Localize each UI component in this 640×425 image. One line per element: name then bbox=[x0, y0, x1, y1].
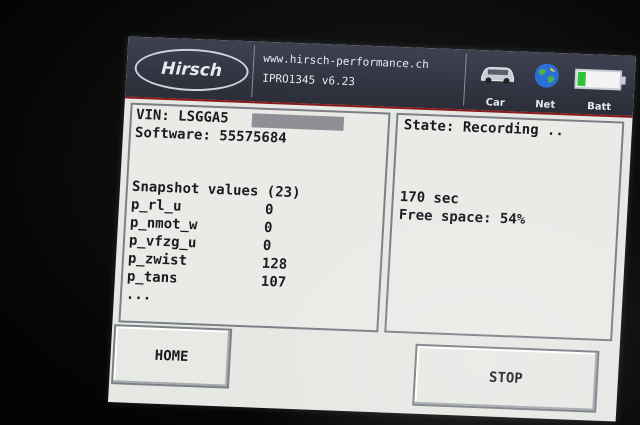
snapshot-name: p_nmot_w bbox=[129, 214, 198, 234]
car-label: Car bbox=[485, 97, 506, 109]
header-divider bbox=[463, 53, 467, 106]
car-status: Car bbox=[471, 56, 522, 110]
vehicle-info-panel: VIN: LSGGA5 Software: 55575684 Snapshot … bbox=[118, 102, 391, 333]
vin-text: VIN: LSGGA5 bbox=[135, 106, 230, 127]
stop-button[interactable]: STOP bbox=[412, 343, 600, 413]
snapshot-value: 107 bbox=[260, 273, 287, 291]
software-text: Software: 55575684 bbox=[134, 124, 288, 147]
snapshot-name: p_vfzg_u bbox=[128, 232, 197, 252]
net-label: Net bbox=[534, 99, 556, 111]
snapshot-name: p_tans bbox=[126, 268, 178, 287]
device-screen: Hirsch www.hirsch-performance.ch IPRO134… bbox=[107, 36, 637, 422]
snapshot-value: 128 bbox=[261, 255, 288, 273]
car-icon bbox=[480, 66, 515, 85]
snapshot-value: 0 bbox=[262, 237, 272, 255]
snapshot-more: ... bbox=[125, 286, 152, 304]
snapshot-name: p_rl_u bbox=[130, 196, 183, 215]
home-button[interactable]: HOME bbox=[110, 324, 233, 389]
battery-icon bbox=[574, 68, 626, 91]
recording-state: State: Recording .. bbox=[403, 117, 565, 140]
batt-label: Batt bbox=[586, 101, 612, 114]
battery-status: Batt bbox=[571, 60, 630, 114]
vin-redaction bbox=[251, 113, 345, 131]
free-space: Free space: 54% bbox=[398, 207, 526, 228]
net-status: Net bbox=[521, 58, 572, 112]
website-text: www.hirsch-performance.ch bbox=[263, 51, 430, 72]
header-divider bbox=[251, 45, 256, 98]
snapshot-value: 0 bbox=[263, 219, 273, 237]
elapsed-time: 170 sec bbox=[399, 189, 460, 208]
hirsch-logo: Hirsch bbox=[133, 46, 250, 94]
globe-icon bbox=[534, 63, 559, 88]
firmware-version: IPRO1345 v6.23 bbox=[261, 71, 356, 89]
snapshot-name: p_zwist bbox=[127, 250, 188, 269]
snapshot-value: 0 bbox=[264, 201, 274, 219]
recording-panel: State: Recording .. 170 sec Free space: … bbox=[384, 112, 625, 342]
logo-text: Hirsch bbox=[160, 58, 223, 82]
